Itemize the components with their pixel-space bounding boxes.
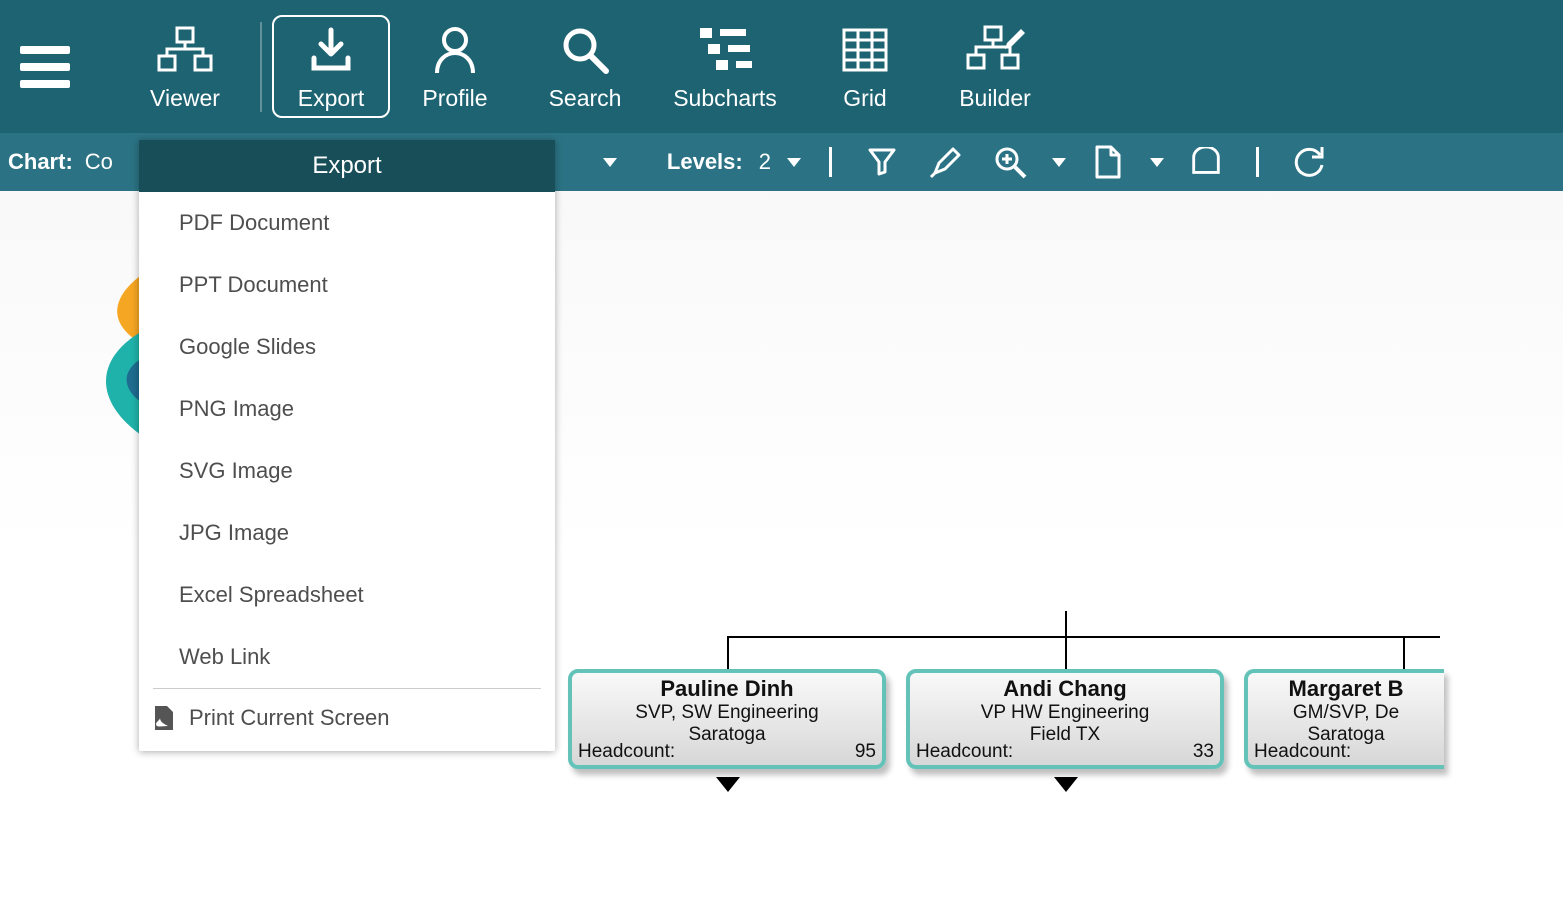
search-button[interactable]: Search bbox=[520, 15, 650, 118]
pdf-icon bbox=[153, 705, 175, 731]
node-name: Margaret B bbox=[1248, 676, 1444, 702]
viewer-icon bbox=[156, 21, 214, 79]
connector bbox=[727, 636, 1440, 638]
expand-arrow-icon[interactable] bbox=[716, 777, 740, 792]
connector bbox=[727, 636, 729, 669]
node-title: VP HW Engineering bbox=[910, 702, 1220, 724]
export-print[interactable]: Print Current Screen bbox=[139, 689, 555, 751]
export-menu: Export PDF Document PPT Document Google … bbox=[139, 140, 555, 751]
subcharts-button[interactable]: Subcharts bbox=[650, 15, 800, 118]
export-button[interactable]: Export bbox=[272, 15, 390, 118]
chart-dropdown-caret[interactable] bbox=[603, 158, 617, 167]
grid-label: Grid bbox=[843, 85, 886, 112]
export-xls[interactable]: Excel Spreadsheet bbox=[139, 564, 555, 626]
profile-button[interactable]: Profile bbox=[390, 15, 520, 118]
node-name: Andi Chang bbox=[910, 676, 1220, 702]
grid-icon bbox=[840, 21, 890, 79]
org-node[interactable]: Pauline Dinh SVP, SW Engineering Saratog… bbox=[568, 669, 886, 769]
node-hc-label: Headcount: bbox=[578, 741, 675, 763]
export-jpg[interactable]: JPG Image bbox=[139, 502, 555, 564]
sub-divider-2 bbox=[1256, 147, 1259, 177]
export-png[interactable]: PNG Image bbox=[139, 378, 555, 440]
highlighter-icon[interactable] bbox=[928, 144, 964, 180]
profile-icon bbox=[431, 21, 479, 79]
filter-icon[interactable] bbox=[864, 144, 900, 180]
page-caret[interactable] bbox=[1150, 158, 1164, 167]
node-title: SVP, SW Engineering bbox=[572, 702, 882, 724]
connector bbox=[1065, 636, 1067, 669]
subcharts-icon bbox=[698, 21, 752, 79]
levels-caret[interactable] bbox=[787, 158, 801, 167]
node-hc-label: Headcount: bbox=[1254, 741, 1351, 763]
chart-name: Co bbox=[85, 149, 113, 175]
refresh-icon[interactable] bbox=[1291, 144, 1327, 180]
toolbar-divider bbox=[260, 22, 262, 112]
bread-icon[interactable] bbox=[1188, 144, 1224, 180]
builder-label: Builder bbox=[959, 85, 1031, 112]
node-name: Pauline Dinh bbox=[572, 676, 882, 702]
chart-label: Chart: bbox=[8, 149, 73, 175]
node-hc-value: 95 bbox=[855, 741, 876, 763]
zoom-caret[interactable] bbox=[1052, 158, 1066, 167]
zoom-icon[interactable] bbox=[992, 144, 1028, 180]
export-pdf[interactable]: PDF Document bbox=[139, 192, 555, 254]
builder-icon bbox=[965, 21, 1025, 79]
search-label: Search bbox=[549, 85, 622, 112]
menu-icon[interactable] bbox=[20, 46, 70, 88]
expand-arrow-icon[interactable] bbox=[1054, 777, 1078, 792]
export-gslides[interactable]: Google Slides bbox=[139, 316, 555, 378]
export-svg[interactable]: SVG Image bbox=[139, 440, 555, 502]
node-hc-value: 33 bbox=[1193, 741, 1214, 763]
sub-divider bbox=[829, 147, 832, 177]
export-icon bbox=[306, 21, 356, 79]
levels-label: Levels: bbox=[667, 149, 743, 175]
export-weblink[interactable]: Web Link bbox=[139, 626, 555, 688]
top-toolbar: Viewer Export Profile Search Subcharts G… bbox=[0, 0, 1563, 133]
node-hc-label: Headcount: bbox=[916, 741, 1013, 763]
node-title: GM/SVP, De bbox=[1248, 702, 1444, 724]
levels-value: 2 bbox=[759, 149, 771, 175]
export-ppt[interactable]: PPT Document bbox=[139, 254, 555, 316]
org-node[interactable]: Andi Chang VP HW Engineering Field TX He… bbox=[906, 669, 1224, 769]
search-icon bbox=[560, 21, 610, 79]
connector bbox=[1403, 636, 1405, 669]
export-print-label: Print Current Screen bbox=[189, 705, 390, 731]
grid-button[interactable]: Grid bbox=[800, 15, 930, 118]
subcharts-label: Subcharts bbox=[673, 85, 777, 112]
connector bbox=[1065, 611, 1067, 636]
viewer-label: Viewer bbox=[150, 85, 220, 112]
page-icon[interactable] bbox=[1090, 144, 1126, 180]
profile-label: Profile bbox=[422, 85, 487, 112]
export-menu-title: Export bbox=[139, 140, 555, 192]
export-label: Export bbox=[298, 85, 364, 112]
builder-button[interactable]: Builder bbox=[930, 15, 1060, 118]
org-node[interactable]: Margaret B GM/SVP, De Saratoga Headcount… bbox=[1244, 669, 1444, 769]
viewer-button[interactable]: Viewer bbox=[120, 15, 250, 118]
